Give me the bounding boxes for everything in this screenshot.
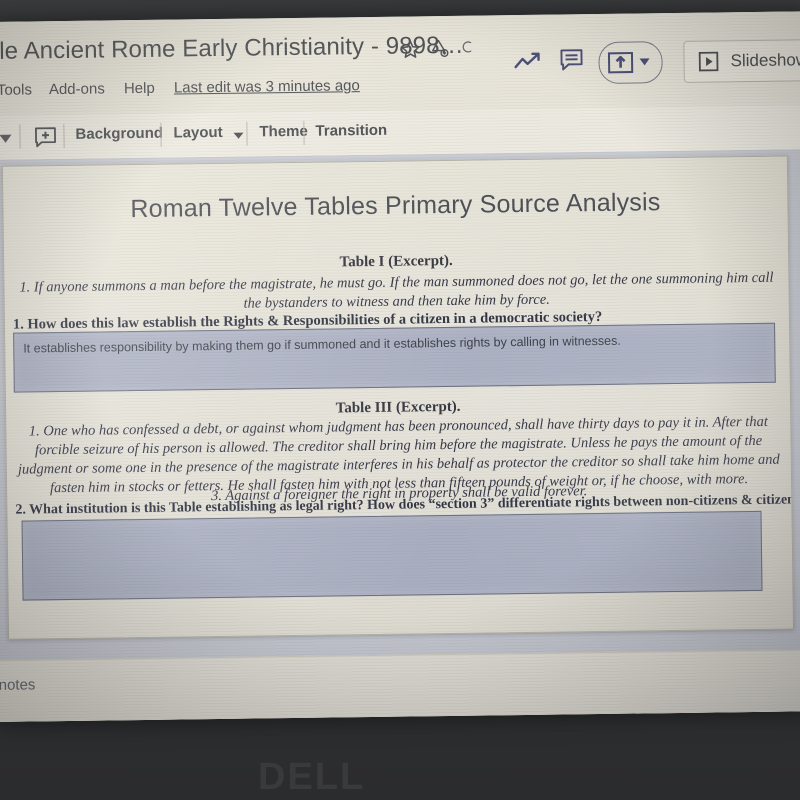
system-tray (615, 717, 800, 722)
chevron-down-icon[interactable] (639, 58, 650, 66)
speaker-notes-placeholder: notes (0, 676, 36, 694)
zoom-icon[interactable] (690, 718, 712, 722)
document-title[interactable]: dule Ancient Rome Early Christianity - 9… (0, 32, 464, 66)
toolbar-overflow-caret-icon[interactable] (0, 134, 12, 143)
toolbar-divider (63, 123, 65, 148)
toolbar-transition-button[interactable]: Transition (315, 122, 387, 140)
photo-of-monitor: DELL dule Ancient Rome Early Christianit… (0, 0, 800, 800)
toolbar-divider (246, 121, 248, 146)
toolbar-background-button[interactable]: Background (75, 125, 163, 143)
menu-item-tools[interactable]: Tools (0, 81, 32, 98)
star-icon[interactable] (399, 38, 421, 63)
antivirus-shield-icon[interactable] (657, 719, 678, 722)
chevron-down-icon[interactable] (233, 132, 244, 139)
windows-security-icon[interactable] (758, 718, 778, 722)
google-drive-icon[interactable] (623, 719, 645, 722)
answer-box-2[interactable] (21, 510, 763, 601)
slide-title[interactable]: Roman Twelve Tables Primary Source Analy… (3, 187, 787, 226)
cloud-status-icon[interactable] (459, 38, 476, 60)
last-edit-status[interactable]: Last edit was 3 minutes ago (174, 77, 360, 96)
drive-move-icon[interactable] (429, 38, 449, 63)
answer-text-1: It establishes responsibility by making … (23, 333, 621, 356)
monitor-screen: dule Ancient Rome Early Christianity - 9… (0, 11, 800, 722)
question-1-pre: How does this law (27, 314, 143, 333)
answer-text-2 (32, 519, 753, 528)
onedrive-icon[interactable] (724, 718, 744, 722)
toolbar-theme-button[interactable]: Theme (259, 123, 308, 141)
slideshow-label: Slideshow (730, 50, 800, 71)
menu-item-help[interactable]: Help (124, 80, 155, 97)
speaker-notes-pane[interactable]: notes (0, 649, 800, 722)
menu-item-addons[interactable]: Add-ons (49, 80, 105, 98)
new-slide-icon[interactable] (33, 125, 57, 154)
menu-bar: Tools Add-ons Help Last edit was 3 minut… (0, 71, 800, 108)
toolbar-divider (19, 124, 21, 149)
battery-icon[interactable] (791, 717, 800, 722)
answer-box-1[interactable]: It establishes responsibility by making … (13, 322, 776, 393)
editor-workspace: Roman Twelve Tables Primary Source Analy… (0, 149, 800, 660)
toolbar-layout-button[interactable]: Layout (173, 124, 222, 142)
title-row: dule Ancient Rome Early Christianity - 9… (0, 17, 800, 84)
slide-canvas[interactable]: Roman Twelve Tables Primary Source Analy… (1, 155, 795, 640)
app-header: dule Ancient Rome Early Christianity - 9… (0, 11, 800, 116)
dell-brand-logo: DELL (258, 756, 366, 798)
question-1-number: 1. (12, 316, 24, 333)
